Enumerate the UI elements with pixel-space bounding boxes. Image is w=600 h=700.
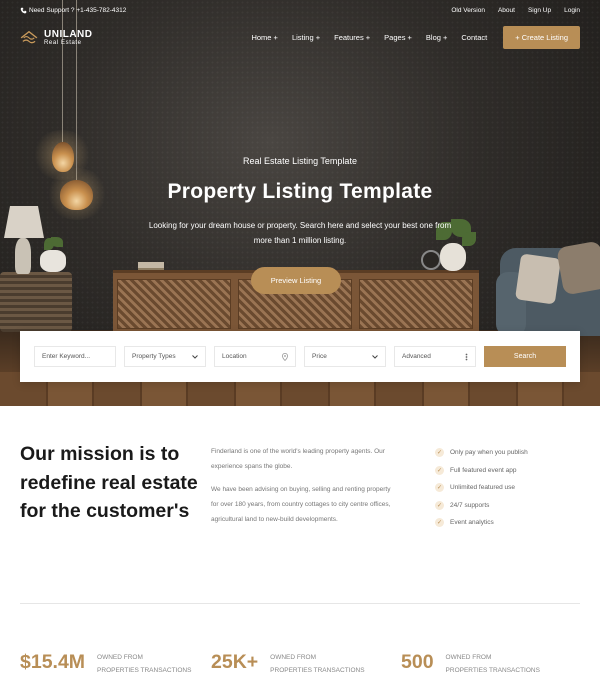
feature-label: Full featured event app: [450, 466, 517, 474]
keyword-input[interactable]: Enter Keyword...: [34, 346, 116, 367]
search-button[interactable]: Search: [484, 346, 566, 367]
stat-item: $15.4M OWNED FROM PROPERTIES TRANSACTION…: [20, 650, 191, 677]
create-listing-button[interactable]: + Create Listing: [503, 25, 580, 49]
advanced-options[interactable]: Advanced: [394, 346, 476, 367]
table-lamp-icon: [4, 206, 44, 238]
more-vertical-icon: [465, 353, 468, 360]
chevron-down-icon: [192, 354, 198, 359]
nav-menu: Home + Listing + Features + Pages + Blog…: [237, 25, 580, 49]
property-search-bar: Enter Keyword... Property Types Location…: [20, 331, 580, 382]
nav-blog[interactable]: Blog +: [426, 33, 447, 42]
stat-label-line-2: PROPERTIES TRANSACTIONS: [445, 667, 540, 674]
pendant-cord: [62, 0, 63, 142]
stat-label: OWNED FROM PROPERTIES TRANSACTIONS: [446, 650, 540, 677]
books: [138, 262, 164, 270]
feature-item: ✓ Unlimited featured use: [435, 479, 528, 497]
login-link[interactable]: Login: [564, 7, 580, 14]
stat-value: 500: [401, 651, 434, 673]
table-lamp-base: [15, 238, 31, 274]
old-version-link[interactable]: Old Version: [451, 7, 485, 14]
stat-label-line-2: PROPERTIES TRANSACTIONS: [97, 667, 192, 674]
house-logo-icon: [20, 30, 38, 44]
brand-tagline: Real Estate: [44, 39, 82, 46]
check-icon: ✓: [435, 465, 444, 475]
stat-value: $15.4M: [20, 651, 86, 673]
plant-pot-icon: [40, 250, 66, 272]
feature-label: Event analytics: [450, 519, 494, 527]
hero-subtitle: Real Estate Listing Template: [243, 156, 357, 166]
preview-listing-button[interactable]: Preview Listing: [251, 267, 341, 294]
stat-label-line-1: OWNED FROM: [97, 654, 143, 661]
nav-contact[interactable]: Contact: [461, 33, 487, 42]
feature-item: ✓ Only pay when you publish: [435, 444, 528, 462]
nav-pages[interactable]: Pages +: [384, 33, 412, 42]
stat-label-line-1: OWNED FROM: [445, 654, 492, 661]
feature-label: Unlimited featured use: [450, 484, 516, 492]
nav-features[interactable]: Features +: [334, 33, 370, 42]
sideboard-panel: [117, 279, 231, 329]
stat-label-line-2: PROPERTIES TRANSACTIONS: [270, 667, 365, 674]
pillow: [556, 240, 600, 296]
location-input[interactable]: Location: [214, 346, 296, 367]
section-divider: [20, 603, 580, 604]
stat-label: OWNED FROM PROPERTIES TRANSACTIONS: [270, 650, 364, 677]
location-placeholder: Location: [222, 353, 247, 360]
nav-listing[interactable]: Listing +: [292, 33, 320, 42]
plant-leaf: [51, 237, 63, 247]
check-icon: ✓: [435, 518, 444, 528]
brand-name: UNILAND: [44, 28, 93, 40]
stat-item: 500 OWNED FROM PROPERTIES TRANSACTIONS: [401, 650, 540, 677]
advanced-label: Advanced: [402, 353, 431, 360]
support-contact[interactable]: Need Support ? +1-435-782-4312: [20, 7, 126, 14]
about-link[interactable]: About: [498, 7, 515, 14]
keyword-placeholder: Enter Keyword...: [42, 353, 91, 360]
hero-title: Property Listing Template: [167, 180, 433, 203]
brand-logo[interactable]: UNILAND Real Estate: [20, 29, 93, 46]
check-icon: ✓: [435, 448, 444, 458]
feature-item: ✓ Event analytics: [435, 514, 528, 532]
chevron-down-icon: [372, 354, 378, 359]
mission-heading: Our mission is to redefine real estate f…: [20, 443, 198, 522]
sign-up-link[interactable]: Sign Up: [528, 7, 551, 14]
feature-label: 24/7 supports: [450, 501, 490, 509]
blanket: [514, 253, 562, 305]
stat-label: OWNED FROM PROPERTIES TRANSACTIONS: [97, 650, 191, 677]
feature-list: ✓ Only pay when you publish ✓ Full feature…: [435, 444, 528, 532]
feature-item: ✓ 24/7 supports: [435, 497, 528, 515]
property-types-select[interactable]: Property Types: [124, 346, 206, 367]
plant-leaf: [462, 232, 476, 246]
property-types-label: Property Types: [132, 353, 176, 360]
check-icon: ✓: [435, 483, 444, 493]
mission-paragraph-2: We have been advising on buying, selling…: [211, 486, 391, 523]
stat-item: 25K+ OWNED FROM PROPERTIES TRANSACTIONS: [211, 650, 365, 677]
support-text: Need Support ? +1-435-782-4312: [29, 6, 127, 14]
feature-label: Only pay when you publish: [450, 449, 528, 457]
price-select[interactable]: Price: [304, 346, 386, 367]
location-pin-icon: [282, 352, 288, 361]
clock-icon: [421, 250, 441, 270]
top-links: Old Version About Sign Up Login: [451, 7, 580, 14]
main-navbar: UNILAND Real Estate Home + Listing + Fea…: [20, 24, 580, 50]
check-icon: ✓: [435, 500, 444, 510]
stat-value: 25K+: [211, 651, 259, 673]
stat-label-line-1: OWNED FROM: [270, 654, 317, 661]
sideboard-panel: [359, 279, 473, 329]
phone-icon: [20, 7, 27, 13]
mission-description: Finderland is one of the world's leading…: [211, 444, 396, 527]
hero-description: Looking for your dream house or property…: [148, 221, 452, 245]
nav-home[interactable]: Home +: [251, 33, 277, 42]
feature-item: ✓ Full featured event app: [435, 462, 528, 480]
wicker-basket: [0, 272, 72, 332]
mission-paragraph-1: Finderland is one of the world's leading…: [211, 448, 385, 470]
price-label: Price: [312, 353, 327, 360]
top-bar: Need Support ? +1-435-782-4312 Old Versi…: [0, 0, 600, 20]
